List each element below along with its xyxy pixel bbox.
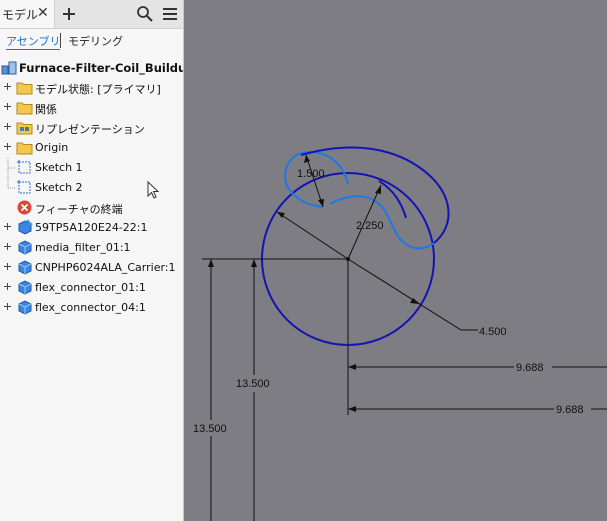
center-point[interactable] (346, 257, 350, 261)
tree-item-label: リプレゼンテーション (35, 123, 145, 136)
tree-item-label: Origin (35, 141, 69, 154)
tree-item-sketch-1[interactable]: Sketch 1 (0, 158, 183, 178)
part-icon (18, 300, 32, 315)
tree-item-label: flex_connector_04:1 (35, 301, 146, 314)
add-icon[interactable] (59, 4, 79, 24)
folder-icon (16, 142, 33, 155)
dimension-label: 9.688 (516, 362, 544, 374)
representations-folder-icon (16, 122, 33, 135)
expand-icon[interactable] (3, 82, 12, 91)
dimension-label: 13.500 (236, 378, 270, 390)
assembly-icon (1, 61, 17, 75)
tree-item-label: Sketch 1 (35, 161, 83, 174)
end-of-features-icon (17, 200, 32, 215)
tree-item-label: flex_connector_01:1 (35, 281, 146, 294)
part-icon (18, 240, 32, 255)
dimension-label: 4.500 (479, 326, 507, 338)
tree-item-label: media_filter_01:1 (35, 241, 131, 254)
browser-tab-bar: モデル ✕ (0, 0, 183, 29)
tree-root-label: Furnace-Filter-Coil_Buildup (19, 61, 184, 75)
expand-icon[interactable] (3, 122, 12, 131)
tree-item-label: Sketch 2 (35, 181, 83, 194)
expand-icon[interactable] (3, 222, 12, 231)
expand-icon[interactable] (3, 262, 12, 271)
part-icon (18, 260, 32, 275)
dimension-label: 13.500 (193, 423, 227, 435)
tree-item-label: CNPHP6024ALA_Carrier:1 (35, 261, 176, 274)
mode-divider (60, 33, 61, 48)
model-browser-panel: モデル ✕ アセンブリ モデリング Furnace-Filter-Coil_Bu… (0, 0, 184, 521)
tree-item-label: 関係 (35, 103, 57, 116)
tree-item-component[interactable]: 59TP5A120E24-22:1 (0, 218, 183, 238)
close-icon[interactable]: ✕ (37, 5, 49, 21)
tab-model-label: モデル (2, 8, 39, 22)
menu-icon[interactable] (160, 4, 180, 24)
dimension-label: 9.688 (556, 404, 584, 416)
sketch-canvas[interactable]: 1.500 2.250 4.500 9.688 9.688 13.500 13.… (184, 0, 607, 521)
dimension-label: 2.250 (356, 220, 384, 232)
mouse-cursor-icon (147, 181, 160, 199)
tree-item-label: フィーチャの終端 (35, 203, 123, 216)
component-icon (18, 219, 33, 235)
expand-icon[interactable] (3, 282, 12, 291)
canvas-background (184, 0, 607, 521)
tree-item-label: モデル状態: [プライマリ] (35, 83, 161, 96)
tree-item-origin[interactable]: Origin (0, 138, 183, 158)
tree-item-end-of-features[interactable]: フィーチャの終端 (0, 198, 183, 218)
folder-icon (16, 102, 33, 115)
tab-model[interactable]: モデル ✕ (0, 0, 55, 28)
tree-connector (7, 158, 15, 178)
tree-item-part[interactable]: CNPHP6024ALA_Carrier:1 (0, 258, 183, 278)
folder-icon (16, 82, 33, 95)
tree-item-model-state[interactable]: モデル状態: [プライマリ] (0, 78, 183, 98)
expand-icon[interactable] (3, 302, 12, 311)
sketch-icon (17, 180, 31, 194)
tree-root[interactable]: Furnace-Filter-Coil_Buildup (0, 58, 183, 78)
tree-item-part[interactable]: flex_connector_04:1 (0, 298, 183, 318)
expand-icon[interactable] (3, 242, 12, 251)
tree-item-label: 59TP5A120E24-22:1 (35, 221, 148, 234)
tree-item-relations[interactable]: 関係 (0, 98, 183, 118)
mode-assembly-link[interactable]: アセンブリ (6, 35, 61, 50)
tree-item-representations[interactable]: リプレゼンテーション (0, 118, 183, 138)
mode-switch: アセンブリ モデリング (0, 29, 183, 55)
sketch-icon (17, 160, 31, 174)
tree-item-part[interactable]: media_filter_01:1 (0, 238, 183, 258)
tree-connector (7, 178, 15, 189)
tree-item-part[interactable]: flex_connector_01:1 (0, 278, 183, 298)
expand-icon[interactable] (3, 102, 12, 111)
dimension-label: 1.500 (297, 168, 325, 180)
expand-icon[interactable] (3, 142, 12, 151)
mode-modeling-link[interactable]: モデリング (68, 35, 123, 49)
search-icon[interactable] (135, 4, 155, 24)
part-icon (18, 280, 32, 295)
